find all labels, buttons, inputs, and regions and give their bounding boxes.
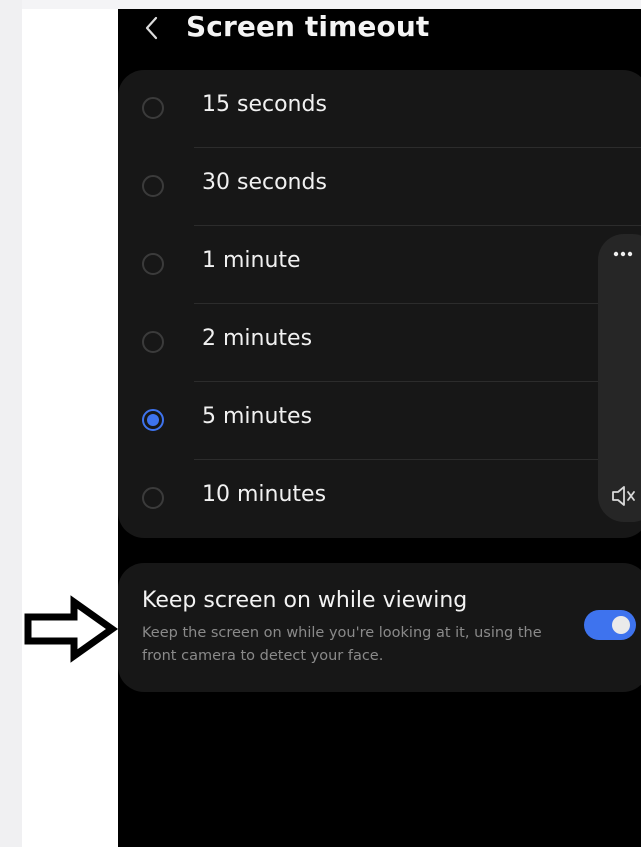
timeout-options-card: 15 seconds 30 seconds 1 minute 2 minutes…: [118, 70, 641, 538]
keep-screen-on-title: Keep screen on while viewing: [142, 588, 468, 613]
option-15-seconds[interactable]: 15 seconds: [118, 70, 641, 147]
option-1-minute[interactable]: 1 minute: [118, 226, 641, 303]
option-label: 1 minute: [202, 248, 301, 273]
radio-button[interactable]: [142, 97, 164, 119]
white-margin: [22, 9, 118, 847]
radio-button[interactable]: [142, 253, 164, 275]
option-label: 15 seconds: [202, 92, 327, 117]
radio-button-selected[interactable]: [142, 409, 164, 431]
option-10-minutes[interactable]: 10 minutes: [118, 460, 641, 537]
keep-screen-on-description: Keep the screen on while you're looking …: [142, 625, 542, 664]
option-label: 2 minutes: [202, 326, 313, 351]
option-5-minutes[interactable]: 5 minutes: [118, 382, 641, 459]
option-label: 10 minutes: [202, 482, 327, 507]
page-title: Screen timeout: [186, 10, 430, 43]
option-label: 30 seconds: [202, 170, 327, 195]
back-arrow-icon[interactable]: [142, 15, 162, 41]
header: Screen timeout: [118, 9, 641, 59]
option-label: 5 minutes: [202, 404, 313, 429]
sound-off-icon[interactable]: [608, 482, 638, 510]
left-margin: [0, 0, 22, 847]
volume-panel: [598, 234, 641, 522]
option-2-minutes[interactable]: 2 minutes: [118, 304, 641, 381]
toggle-knob: [612, 616, 630, 634]
phone-screen: Screen timeout 15 seconds 30 seconds 1 m…: [118, 9, 641, 847]
radio-button[interactable]: [142, 487, 164, 509]
option-30-seconds[interactable]: 30 seconds: [118, 148, 641, 225]
keep-screen-on-toggle[interactable]: [584, 610, 636, 640]
radio-button[interactable]: [142, 175, 164, 197]
screenshot-canvas: Screen timeout 15 seconds 30 seconds 1 m…: [0, 0, 641, 847]
radio-button[interactable]: [142, 331, 164, 353]
pointer-arrow-icon: [24, 595, 119, 663]
keep-screen-on-card[interactable]: Keep screen on while viewing Keep the sc…: [118, 563, 641, 692]
more-options-icon[interactable]: [608, 244, 638, 264]
